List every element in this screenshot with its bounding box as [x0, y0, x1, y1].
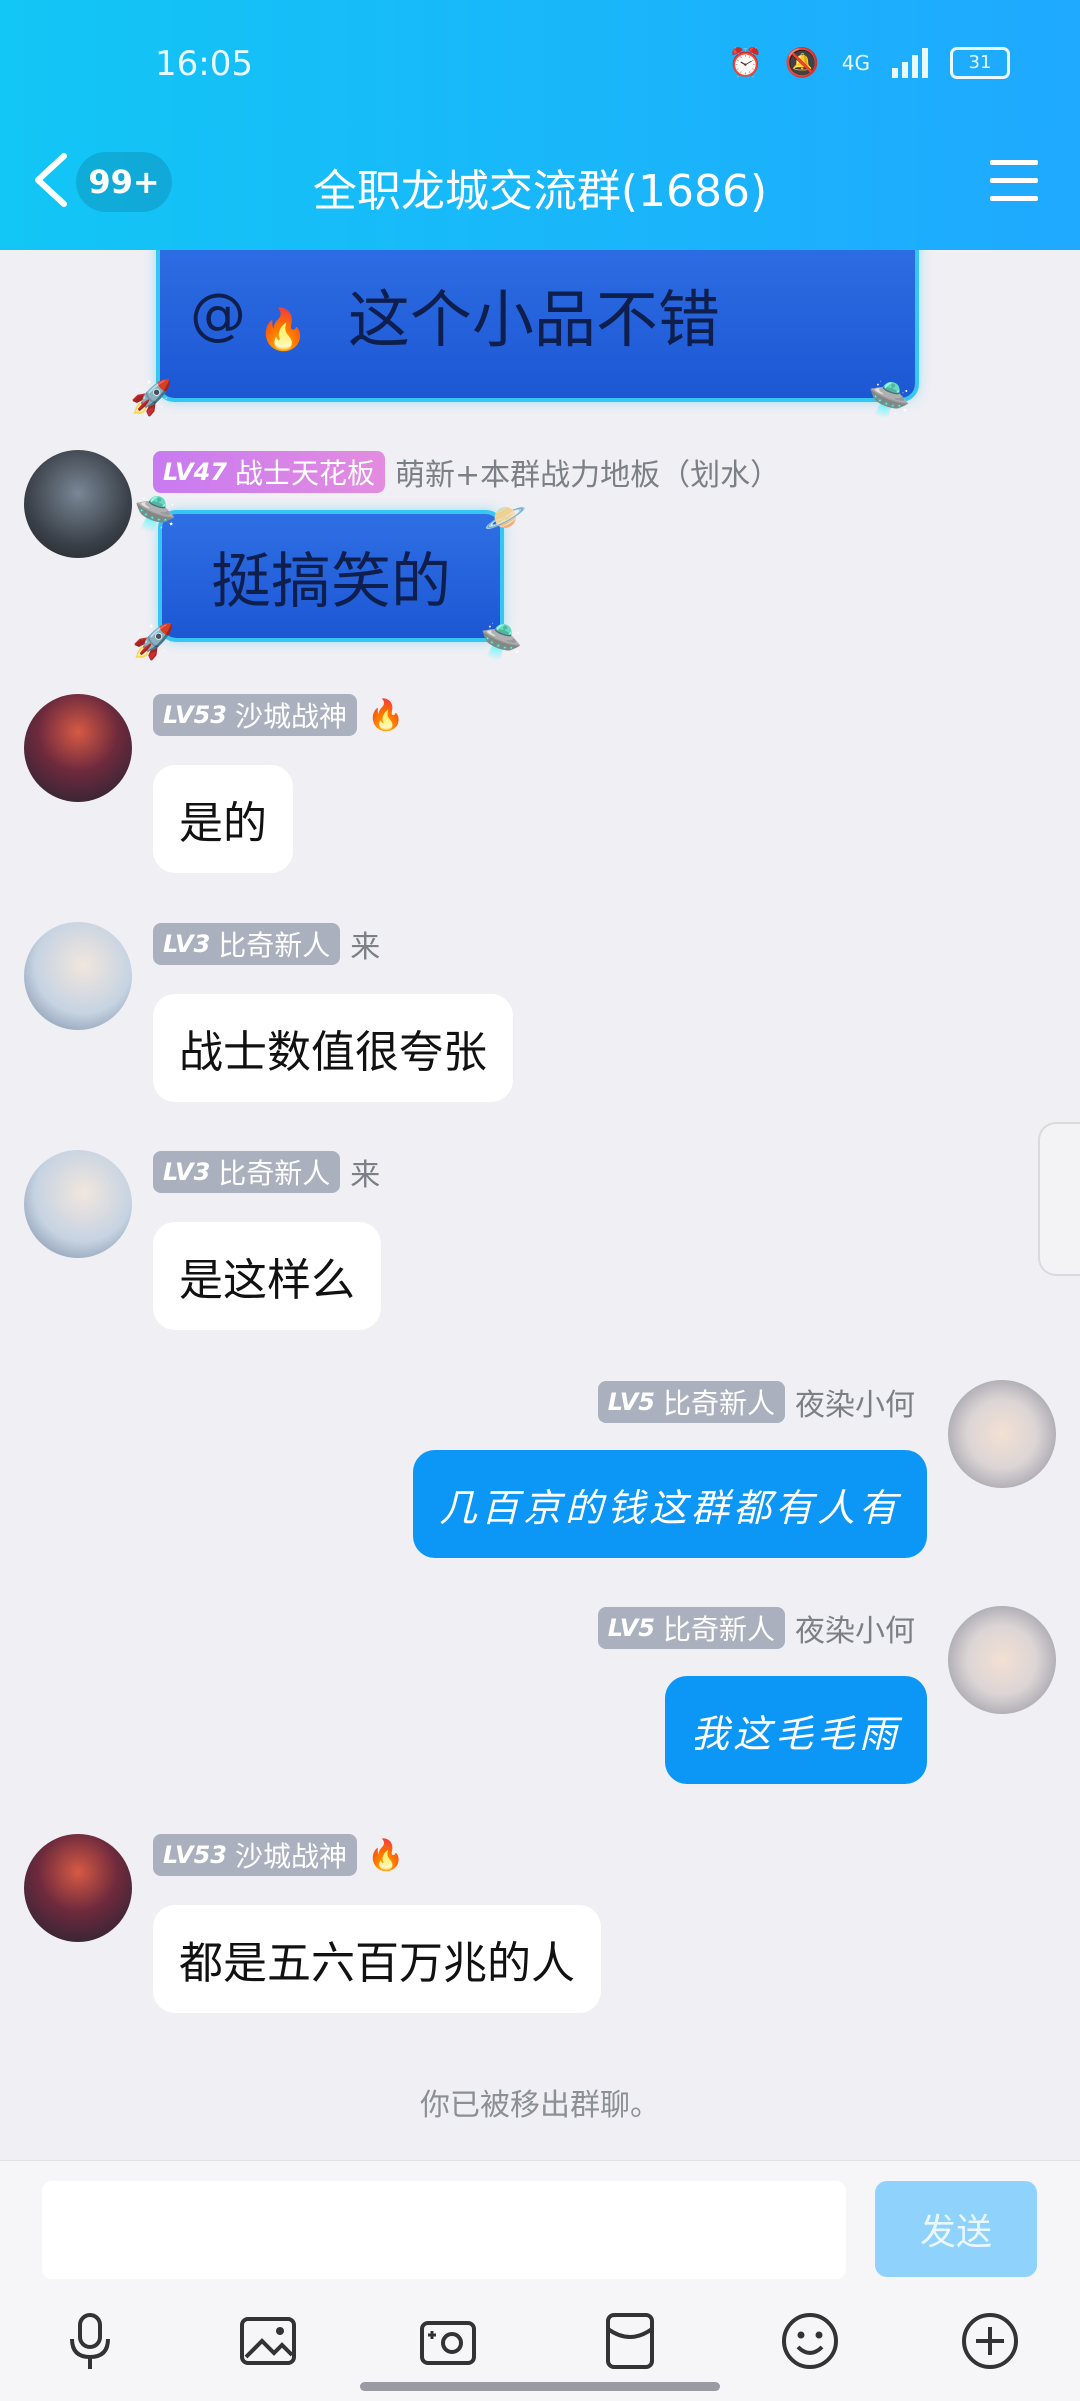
network-label: 4G: [841, 50, 870, 75]
input-bar: 发送: [0, 2160, 1080, 2401]
alarm-icon: ⏰: [728, 46, 763, 79]
camera-icon[interactable]: [418, 2311, 478, 2371]
message-bubble-mine[interactable]: 几百京的钱这群都有人有: [412, 1450, 927, 1558]
image-icon[interactable]: [238, 2311, 298, 2371]
sender-meta: LV3 比奇新人 来: [153, 1150, 380, 1194]
mention-symbol: @: [190, 281, 246, 347]
message-text: 战士数值很夸张: [179, 1027, 487, 1078]
sender-name: 夜染小何: [795, 1614, 915, 1649]
ship-icon: 🛸: [480, 622, 523, 662]
plus-icon[interactable]: [960, 2311, 1020, 2371]
rocket-icon: 🚀: [132, 622, 175, 662]
sender-meta: LV53 沙城战神 🔥: [153, 694, 404, 736]
microphone-icon[interactable]: [60, 2311, 120, 2371]
system-note: 你已被移出群聊。: [420, 2088, 660, 2123]
toolbar: [0, 2311, 1080, 2381]
sender-meta: LV5 比奇新人 夜染小何: [597, 1380, 915, 1424]
avatar[interactable]: [24, 1150, 132, 1258]
avatar[interactable]: [24, 450, 132, 558]
level-badge: LV47 战士天花板: [153, 451, 385, 493]
message-bubble[interactable]: 战士数值很夸张: [153, 994, 513, 1102]
message-text: 几百京的钱这群都有人有: [438, 1485, 901, 1530]
sender-name: 夜染小何: [795, 1388, 915, 1423]
message-text: 这个小品不错: [347, 283, 720, 356]
message-text: 挺搞笑的: [211, 546, 451, 617]
message-bubble-mine[interactable]: 我这毛毛雨: [664, 1676, 927, 1784]
sender-name: 来: [350, 1158, 381, 1193]
sender-name: 萌新+本群战力地板（划水）: [394, 458, 781, 493]
level-badge: LV3 比奇新人: [153, 1151, 341, 1193]
message-input[interactable]: [42, 2181, 846, 2279]
ship-icon: 🛸: [868, 380, 911, 420]
avatar[interactable]: [24, 922, 132, 1030]
page-title: 全职龙城交流群(1686): [312, 166, 768, 217]
ufo-icon: 🛸: [134, 494, 177, 534]
avatar[interactable]: [948, 1380, 1056, 1488]
fire-icon: 🔥: [258, 306, 308, 353]
avatar[interactable]: [24, 1834, 132, 1942]
sender-name: 来: [350, 930, 381, 965]
avatar[interactable]: [948, 1606, 1056, 1714]
mute-icon: 🔕: [784, 46, 820, 79]
message-bubble[interactable]: 是这样么: [153, 1222, 381, 1330]
message-bubble[interactable]: 都是五六百万兆的人: [153, 1905, 601, 2013]
level-badge: LV5 比奇新人: [597, 1381, 785, 1423]
level-badge: LV3 比奇新人: [153, 923, 341, 965]
sender-meta: LV5 比奇新人 夜染小何: [597, 1606, 915, 1650]
sender-meta: LV3 比奇新人 来: [153, 922, 380, 966]
message-list[interactable]: @ 🔥 这个小品不错 🚀 🛸 LV47 战士天花板 萌新+本群战力地板（划水） 挺…: [0, 250, 1080, 2160]
fire-icon: 🔥: [366, 1837, 405, 1873]
message-text: 是这样么: [179, 1255, 355, 1306]
status-time: 16:05: [155, 44, 253, 84]
avatar[interactable]: [24, 694, 132, 802]
message-bubble[interactable]: 是的: [153, 765, 293, 873]
level-badge: LV53 沙城战神: [153, 1834, 357, 1876]
message-text: 都是五六百万兆的人: [179, 1938, 575, 1989]
message-bubble-fancy[interactable]: @ 🔥 这个小品不错: [160, 250, 915, 398]
fire-icon: 🔥: [366, 697, 405, 733]
sender-meta: LV53 沙城战神 🔥: [153, 1834, 404, 1876]
level-badge: LV5 比奇新人: [597, 1607, 785, 1649]
battery-icon: 31: [950, 46, 1010, 79]
status-icons: ⏰ 🔕 4G 31: [728, 46, 1010, 79]
message-text: 是的: [179, 798, 267, 849]
rocket-icon: 🚀: [130, 378, 173, 418]
planet-icon: 🪐: [484, 498, 527, 538]
send-button[interactable]: 发送: [875, 2181, 1037, 2277]
menu-icon[interactable]: [990, 160, 1038, 202]
signal-icon: [892, 47, 928, 78]
side-drawer-handle[interactable]: [1038, 1122, 1080, 1276]
message-bubble-fancy[interactable]: 挺搞笑的: [162, 514, 500, 638]
sender-meta: LV47 战士天花板 萌新+本群战力地板（划水）: [153, 450, 780, 494]
red-packet-icon[interactable]: [600, 2311, 660, 2371]
emoji-icon[interactable]: [780, 2311, 840, 2371]
level-badge: LV53 沙城战神: [153, 694, 357, 736]
chat-header: 16:05 ⏰ 🔕 4G 31 99+ 全职龙城交流群(1686): [0, 0, 1080, 250]
home-indicator[interactable]: [360, 2382, 720, 2391]
message-text: 我这毛毛雨: [690, 1711, 901, 1756]
